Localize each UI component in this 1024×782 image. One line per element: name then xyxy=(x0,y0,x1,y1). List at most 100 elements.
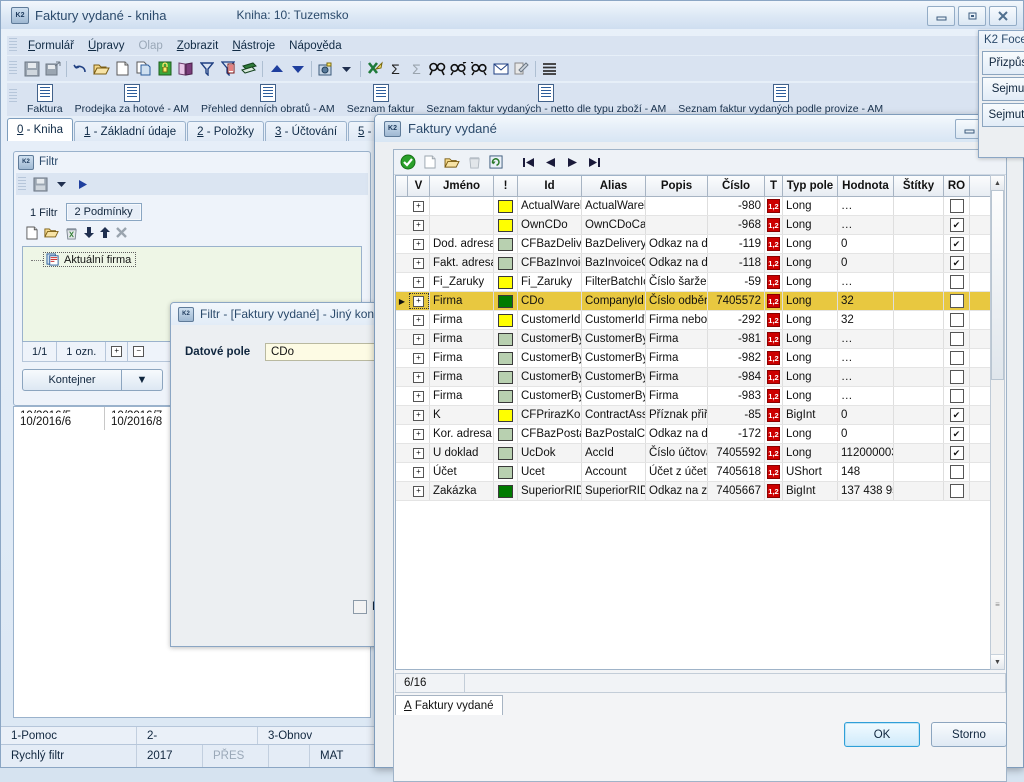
grid-header-hodnota[interactable]: Hodnota xyxy=(838,176,894,196)
cell-jmeno[interactable]: Kor. adresa xyxy=(430,425,494,443)
cell-popis[interactable]: Firma xyxy=(646,330,708,348)
expand-cell[interactable]: + xyxy=(408,292,430,310)
expand-icon[interactable]: + xyxy=(413,486,424,497)
sum-icon[interactable]: Σ xyxy=(385,58,406,79)
tab-uctovani[interactable]: 3 - Účtování xyxy=(265,121,347,141)
color-swatch-cell[interactable] xyxy=(494,254,518,272)
maximize-button[interactable] xyxy=(958,6,986,26)
scrollbar-thumb[interactable] xyxy=(991,190,1004,380)
expand-icon[interactable]: + xyxy=(413,410,424,421)
expand-cell[interactable]: + xyxy=(408,406,430,424)
cell-popis[interactable]: Účet z účetn xyxy=(646,463,708,481)
expand-cell[interactable]: + xyxy=(408,463,430,481)
cell-jmeno[interactable]: Firma xyxy=(430,311,494,329)
scrollbar-grip-icon[interactable]: ≡ xyxy=(991,599,1004,609)
toolbar-grip-icon[interactable] xyxy=(9,61,17,76)
readonly-checkbox-cell[interactable] xyxy=(944,273,970,291)
move-up-icon[interactable] xyxy=(100,226,110,242)
cell-stitky[interactable] xyxy=(894,197,944,215)
expand-cell[interactable]: + xyxy=(408,254,430,272)
cell-stitky[interactable] xyxy=(894,406,944,424)
cell-popis[interactable]: Číslo účtova xyxy=(646,444,708,462)
expand-cell[interactable]: + xyxy=(408,197,430,215)
undo-icon[interactable] xyxy=(70,58,91,79)
cell-stitky[interactable] xyxy=(894,463,944,481)
grid-header-id[interactable]: Id xyxy=(518,176,582,196)
cell-typpole[interactable]: Long xyxy=(783,216,838,234)
type-badge-cell[interactable]: 1,2 xyxy=(765,425,783,443)
docbutton-prodejka[interactable]: Prodejka za hotové - AM xyxy=(69,83,195,115)
cell-typpole[interactable]: Long xyxy=(783,425,838,443)
table-row[interactable]: ▶+FirmaCDoCompanyIdČíslo odběra74055721,… xyxy=(396,292,990,311)
table-row[interactable]: +ActualWarehActualWareh-9801,2Long… xyxy=(396,197,990,216)
row-marker[interactable] xyxy=(396,216,408,234)
readonly-checkbox-cell[interactable]: ✔ xyxy=(944,425,970,443)
container-button[interactable]: Kontejner xyxy=(22,369,122,391)
row-marker[interactable] xyxy=(396,311,408,329)
row-marker[interactable] xyxy=(396,330,408,348)
cell-alias[interactable]: OwnCDoCal xyxy=(582,216,646,234)
cell-id[interactable]: OwnCDo xyxy=(518,216,582,234)
tree-item-aktualni-firma[interactable]: Aktuální firma xyxy=(43,252,136,267)
cell-id[interactable]: CFPrirazKon xyxy=(518,406,582,424)
grid-header-alias[interactable]: Alias xyxy=(582,176,646,196)
row-marker[interactable] xyxy=(396,463,408,481)
cell-cislo[interactable]: -59 xyxy=(708,273,765,291)
expand-cell[interactable]: + xyxy=(408,387,430,405)
cell-cislo[interactable]: -984 xyxy=(708,368,765,386)
row-marker[interactable] xyxy=(396,368,408,386)
expand-icon[interactable]: + xyxy=(413,277,424,288)
color-swatch-cell[interactable] xyxy=(494,444,518,462)
checkbox-icon[interactable] xyxy=(950,370,964,384)
fkey-3-obnov[interactable]: 3-Obnov xyxy=(258,727,379,745)
type-badge-cell[interactable]: 1,2 xyxy=(765,463,783,481)
readonly-checkbox-cell[interactable]: ✔ xyxy=(944,444,970,462)
expand-icon[interactable]: + xyxy=(413,353,424,364)
cell-popis[interactable]: Příznak přiřa xyxy=(646,406,708,424)
cancel-button[interactable]: Storno xyxy=(931,722,1007,747)
expand-icon[interactable]: + xyxy=(413,372,424,383)
type-badge-cell[interactable]: 1,2 xyxy=(765,406,783,424)
color-swatch-cell[interactable] xyxy=(494,330,518,348)
type-badge-cell[interactable]: 1,2 xyxy=(765,254,783,272)
table-row[interactable]: +FirmaCustomerByCustomerByFirma-9811,2Lo… xyxy=(396,330,990,349)
cell-cislo[interactable]: -118 xyxy=(708,254,765,272)
table-row[interactable]: +ÚčetUcetAccountÚčet z účetn74056181,2US… xyxy=(396,463,990,482)
k2-sejmuti-button[interactable]: Sejmutí xyxy=(982,103,1024,127)
cell-popis[interactable]: Odkaz na do xyxy=(646,425,708,443)
cell-hodnota[interactable]: … xyxy=(838,368,894,386)
cell-alias[interactable]: CustomerBy xyxy=(582,349,646,367)
cell-jmeno[interactable]: Účet xyxy=(430,463,494,481)
cell-stitky[interactable] xyxy=(894,216,944,234)
row-marker[interactable] xyxy=(396,406,408,424)
cell-stitky[interactable] xyxy=(894,482,944,500)
cell-id[interactable]: CustomerId xyxy=(518,311,582,329)
cell-alias[interactable]: ContractAss xyxy=(582,406,646,424)
expand-icon[interactable]: + xyxy=(413,239,424,250)
cell-typpole[interactable]: Long xyxy=(783,311,838,329)
menu-item-formular[interactable]: Formulář xyxy=(21,38,81,54)
fields-grid[interactable]: VJméno!IdAliasPopisČísloTTyp poleHodnota… xyxy=(395,175,991,670)
cell-alias[interactable]: CustomerBy xyxy=(582,330,646,348)
cell-jmeno[interactable]: Firma xyxy=(430,368,494,386)
cell-jmeno[interactable]: U doklad xyxy=(430,444,494,462)
cell-popis[interactable]: Odkaz na do xyxy=(646,235,708,253)
cell-popis[interactable]: Odkaz na za xyxy=(646,482,708,500)
cell-jmeno[interactable]: Firma xyxy=(430,330,494,348)
cell-alias[interactable]: BazDelivery( xyxy=(582,235,646,253)
cell-id[interactable]: CustomerBy xyxy=(518,349,582,367)
find-prev-icon[interactable] xyxy=(469,58,490,79)
filtr-minitab-1[interactable]: 1 Filtr xyxy=(22,205,66,221)
docbutton-faktura[interactable]: Faktura xyxy=(21,83,69,115)
chevron-down-icon[interactable]: ▼ xyxy=(122,369,163,391)
row-marker[interactable] xyxy=(396,197,408,215)
cell-id[interactable]: ActualWareh xyxy=(518,197,582,215)
table-row[interactable]: +FirmaCustomerByCustomerByFirma-9841,2Lo… xyxy=(396,368,990,387)
expand-cell[interactable]: + xyxy=(408,216,430,234)
expand-cell[interactable]: + xyxy=(408,425,430,443)
cell-popis[interactable]: Firma nebo f xyxy=(646,311,708,329)
menu-grip-icon[interactable] xyxy=(9,38,17,53)
copy-icon[interactable] xyxy=(133,58,154,79)
row-marker[interactable] xyxy=(396,349,408,367)
cell-stitky[interactable] xyxy=(894,425,944,443)
